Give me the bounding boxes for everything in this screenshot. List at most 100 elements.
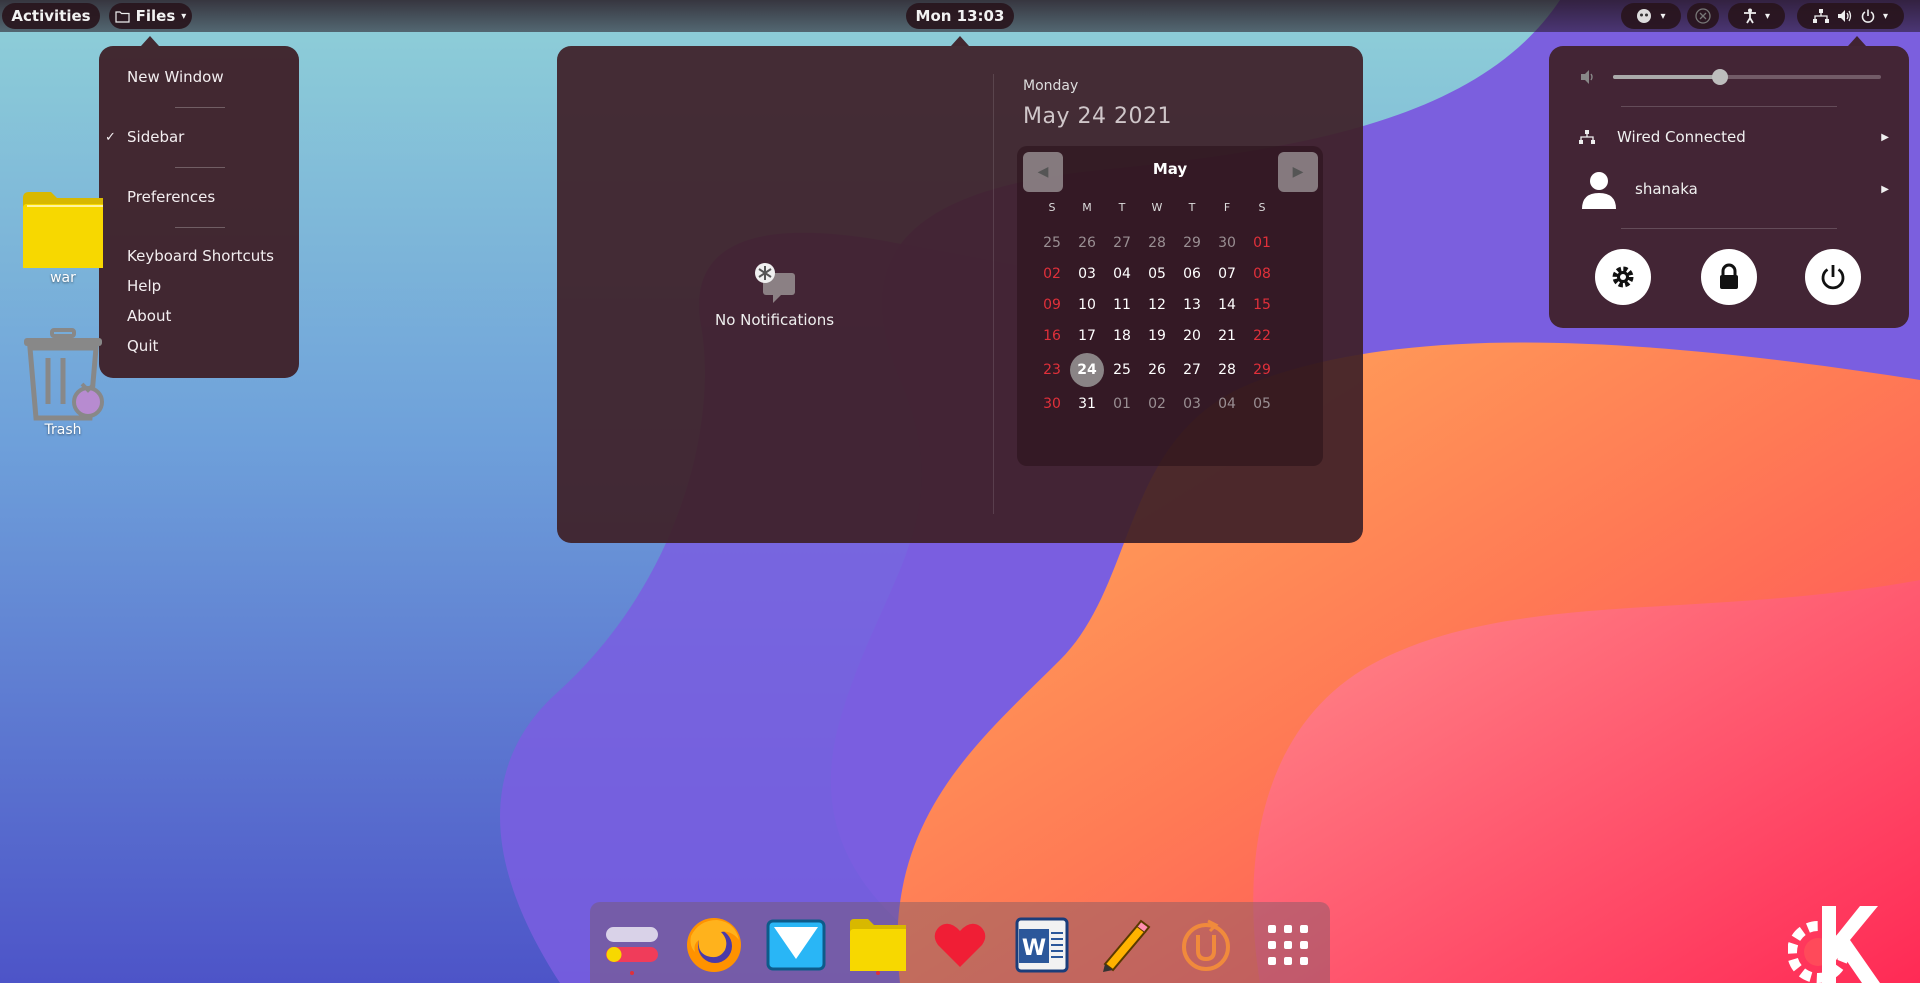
- calendar-day[interactable]: 19: [1140, 319, 1174, 353]
- calendar-weekday-header: S: [1048, 201, 1056, 214]
- calendar-day[interactable]: 29: [1175, 226, 1209, 260]
- calendar-day[interactable]: 06: [1175, 257, 1209, 291]
- calendar-day[interactable]: 05: [1245, 387, 1279, 421]
- volume-slider-handle[interactable]: [1712, 69, 1729, 85]
- close-circle-icon: [1695, 8, 1711, 24]
- menu-item-quit[interactable]: Quit: [127, 333, 158, 359]
- chevron-down-icon: ▾: [181, 10, 187, 22]
- volume-slider[interactable]: [1613, 69, 1881, 85]
- calendar-day[interactable]: 26: [1070, 226, 1104, 260]
- chevron-right-icon: ▶: [1881, 183, 1889, 195]
- lock-button[interactable]: [1701, 249, 1757, 305]
- menu-item-new-window[interactable]: New Window: [127, 64, 224, 90]
- calendar-day[interactable]: 28: [1140, 226, 1174, 260]
- calendar-day[interactable]: 28: [1210, 353, 1244, 387]
- checkmark-icon: ✓: [105, 129, 116, 145]
- dock-app-grid[interactable]: [1258, 915, 1318, 975]
- calendar-weekday-header: T: [1118, 201, 1126, 214]
- settings-button[interactable]: [1595, 249, 1651, 305]
- system-status-button[interactable]: ▾: [1797, 3, 1904, 29]
- menu-item-help[interactable]: Help: [127, 273, 161, 299]
- dock-app-heart[interactable]: [930, 915, 990, 975]
- calendar-day[interactable]: 16: [1035, 319, 1069, 353]
- calendar-day[interactable]: 07: [1210, 257, 1244, 291]
- trash-icon: [24, 328, 104, 421]
- calendar-day[interactable]: 27: [1175, 353, 1209, 387]
- calendar-weekday-header: W: [1151, 201, 1163, 214]
- calendar-day[interactable]: 26: [1140, 353, 1174, 387]
- calendar-day[interactable]: 18: [1105, 319, 1139, 353]
- activities-button[interactable]: Activities: [2, 3, 100, 29]
- user-menu-item[interactable]: shanaka ▶: [1579, 167, 1889, 211]
- dock-app-word[interactable]: W: [1012, 915, 1072, 975]
- network-wired-icon: [1812, 9, 1829, 23]
- calendar-day[interactable]: 09: [1035, 288, 1069, 322]
- lock-icon: [1720, 263, 1738, 289]
- menu-item-preferences[interactable]: Preferences: [127, 184, 215, 210]
- calendar-day[interactable]: 03: [1175, 387, 1209, 421]
- menu-separator: [1621, 228, 1837, 229]
- weekday-label[interactable]: Monday: [1023, 78, 1078, 94]
- calendar-day[interactable]: 17: [1070, 319, 1104, 353]
- clock-button[interactable]: Mon 13:03: [906, 3, 1014, 29]
- calendar-day[interactable]: 30: [1210, 226, 1244, 260]
- calendar-day[interactable]: 25: [1105, 353, 1139, 387]
- calendar-weekday-header: F: [1223, 201, 1231, 214]
- calendar-day[interactable]: 25: [1035, 226, 1069, 260]
- calendar-day[interactable]: 10: [1070, 288, 1104, 322]
- calendar-day-today[interactable]: 24: [1070, 353, 1104, 387]
- calendar-day[interactable]: 12: [1140, 288, 1174, 322]
- calendar-day[interactable]: 14: [1210, 288, 1244, 322]
- calendar-day[interactable]: 02: [1035, 257, 1069, 291]
- calendar-day[interactable]: 02: [1140, 387, 1174, 421]
- calendar-day[interactable]: 15: [1245, 288, 1279, 322]
- calendar-day[interactable]: 11: [1105, 288, 1139, 322]
- app-menu-button[interactable]: Files ▾: [109, 3, 192, 29]
- top-bar: Activities Files ▾ Mon 13:03 ▾ ▾ ▾: [0, 0, 1920, 32]
- dock-app-files[interactable]: [848, 915, 908, 975]
- desktop-icon-label: war: [50, 270, 76, 286]
- dock-app-toggle[interactable]: [602, 915, 662, 975]
- desktop-icon-war[interactable]: war: [18, 184, 108, 286]
- tray-close-button[interactable]: [1687, 3, 1719, 29]
- network-wired-icon: [1579, 130, 1595, 144]
- files-menu-pointer: [141, 36, 159, 46]
- calendar-day[interactable]: 03: [1070, 257, 1104, 291]
- calendar-day[interactable]: 27: [1105, 226, 1139, 260]
- date-label[interactable]: May 24 2021: [1023, 104, 1172, 129]
- accessibility-button[interactable]: ▾: [1728, 3, 1785, 29]
- calendar-day[interactable]: 22: [1245, 319, 1279, 353]
- calendar-day[interactable]: 04: [1105, 257, 1139, 291]
- dock-app-mail[interactable]: [766, 915, 826, 975]
- calendar-day[interactable]: 04: [1210, 387, 1244, 421]
- calendar-day[interactable]: 21: [1210, 319, 1244, 353]
- desktop-icon-trash[interactable]: Trash: [18, 328, 108, 438]
- network-menu-item[interactable]: Wired Connected ▶: [1579, 122, 1889, 152]
- menu-item-keyboard-shortcuts[interactable]: Keyboard Shortcuts: [127, 243, 274, 269]
- tray-extension-button[interactable]: ▾: [1621, 3, 1681, 29]
- menu-separator: [175, 107, 225, 108]
- power-off-button[interactable]: [1805, 249, 1861, 305]
- calendar-day[interactable]: 31: [1070, 387, 1104, 421]
- calendar-day[interactable]: 20: [1175, 319, 1209, 353]
- mail-icon: [766, 919, 826, 971]
- calendar-day[interactable]: 08: [1245, 257, 1279, 291]
- user-label: shanaka: [1635, 180, 1698, 198]
- calendar-day[interactable]: 05: [1140, 257, 1174, 291]
- dock-app-pencil[interactable]: [1094, 915, 1154, 975]
- calendar-day[interactable]: 01: [1105, 387, 1139, 421]
- calendar-day[interactable]: 29: [1245, 353, 1279, 387]
- menu-item-sidebar[interactable]: ✓ Sidebar: [105, 124, 184, 150]
- calendar-day[interactable]: 23: [1035, 353, 1069, 387]
- calendar-day[interactable]: 30: [1035, 387, 1069, 421]
- calendar-next-button[interactable]: ▶: [1278, 152, 1318, 192]
- menu-item-about[interactable]: About: [127, 303, 171, 329]
- calendar-day[interactable]: 01: [1245, 226, 1279, 260]
- settings-icon: [1612, 266, 1634, 288]
- chevron-down-icon: ▾: [1660, 10, 1666, 22]
- dock-app-firefox[interactable]: [684, 915, 744, 975]
- dock-app-power[interactable]: [1176, 915, 1236, 975]
- pencil-icon: [1103, 919, 1151, 972]
- calendar-day[interactable]: 13: [1175, 288, 1209, 322]
- system-menu-popup: Wired Connected ▶ shanaka ▶: [1549, 46, 1909, 328]
